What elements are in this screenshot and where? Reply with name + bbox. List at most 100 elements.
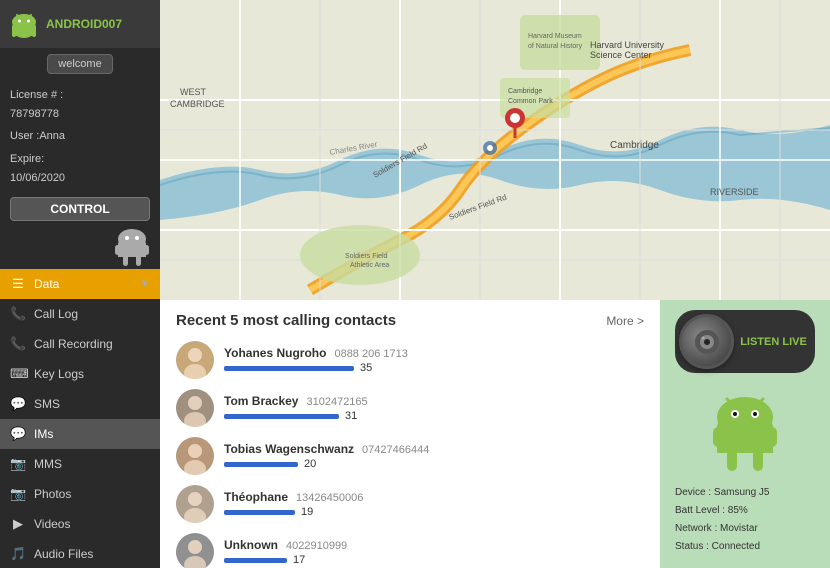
- ims-icon: 💬: [10, 426, 26, 442]
- contact-name: Tom Brackey: [224, 394, 298, 408]
- svg-text:Athletic Area: Athletic Area: [350, 262, 389, 269]
- svg-text:Common Park: Common Park: [508, 98, 553, 105]
- sms-label: SMS: [34, 397, 60, 411]
- license-label: License # : 78798778: [10, 86, 150, 123]
- avatar: [176, 533, 214, 568]
- welcome-button[interactable]: welcome: [47, 54, 112, 74]
- content-area: Recent 5 most calling contacts More > Yo…: [160, 300, 830, 568]
- svg-text:RIVERSIDE: RIVERSIDE: [710, 187, 759, 197]
- map-view: Soldiers Field Athletic Area Harvard Mus…: [160, 0, 830, 300]
- audio-files-icon: 🎵: [10, 546, 26, 562]
- contact-phone: 07427466444: [362, 444, 429, 456]
- sidebar-item-key-logs[interactable]: ⌨ Key Logs: [0, 359, 160, 389]
- call-recording-label: Call Recording: [34, 337, 113, 351]
- list-item: Théophane1342645000619: [176, 485, 644, 523]
- svg-text:Harvard University: Harvard University: [590, 40, 665, 50]
- right-panel: LISTEN LIVE Device : Samsung J5: [660, 300, 830, 568]
- list-item: Unknown 4022910999 17: [176, 533, 644, 568]
- sidebar-item-videos[interactable]: ▶ Videos: [0, 509, 160, 539]
- listen-live-button[interactable]: LISTEN LIVE: [675, 310, 815, 373]
- sidebar-item-sms[interactable]: 💬 SMS: [0, 389, 160, 419]
- sidebar-item-call-recording[interactable]: 📞 Call Recording: [0, 329, 160, 359]
- main-content: Soldiers Field Athletic Area Harvard Mus…: [160, 0, 830, 568]
- key-logs-icon: ⌨: [10, 366, 26, 382]
- sidebar-item-call-log[interactable]: 📞 Call Log: [0, 299, 160, 329]
- avatar: [176, 437, 214, 475]
- network-label: Network : Movistar: [675, 520, 820, 538]
- control-button[interactable]: CONTROL: [10, 197, 150, 221]
- contact-name: Unknown: [224, 538, 278, 552]
- user-label: User :Anna: [10, 127, 150, 146]
- svg-text:of Natural History: of Natural History: [528, 43, 583, 50]
- listen-live-label: LISTEN LIVE: [740, 336, 807, 348]
- key-logs-label: Key Logs: [34, 367, 84, 381]
- avatar: [176, 389, 214, 427]
- android-side-icon: [112, 221, 152, 269]
- photos-icon: 📷: [10, 486, 26, 502]
- photos-label: Photos: [34, 487, 71, 501]
- device-info: Device : Samsung J5 Batt Level : 85% Net…: [670, 484, 820, 556]
- app-title: ANDROID007: [46, 17, 122, 31]
- data-icon: ☰: [10, 276, 26, 292]
- device-label: Device : Samsung J5: [675, 484, 820, 502]
- contact-bar: [224, 366, 354, 371]
- expire-label: Expire: 10/06/2020: [10, 150, 150, 187]
- listen-live-icon: [679, 314, 734, 369]
- call-recording-icon: 📞: [10, 336, 26, 352]
- contact-info: Tobias Wagenschwanz 07427466444 20: [224, 442, 644, 470]
- contacts-panel: Recent 5 most calling contacts More > Yo…: [160, 300, 660, 568]
- user-info: License # : 78798778 User :Anna Expire: …: [0, 80, 160, 193]
- list-item: Yohanes Nugroho 0888 206 1713 35: [176, 341, 644, 379]
- contact-count: 17: [293, 554, 305, 566]
- contact-count: 19: [301, 506, 313, 518]
- sidebar: ANDROID007 welcome License # : 78798778 …: [0, 0, 160, 568]
- sidebar-item-ims[interactable]: 💬IMs: [0, 419, 160, 449]
- svg-text:Science Center: Science Center: [590, 50, 652, 60]
- contact-info: Tom Brackey310247216531: [224, 394, 644, 422]
- avatar: [176, 341, 214, 379]
- contact-bar: [224, 558, 287, 563]
- call-log-icon: 📞: [10, 306, 26, 322]
- videos-label: Videos: [34, 517, 70, 531]
- sidebar-item-data[interactable]: ☰ Data ▼: [0, 269, 160, 299]
- contact-phone: 4022910999: [286, 540, 347, 552]
- chevron-down-icon: ▼: [139, 278, 150, 290]
- android-logo-icon: [8, 8, 40, 40]
- videos-icon: ▶: [10, 516, 26, 532]
- panel-header: Recent 5 most calling contacts More >: [176, 312, 644, 329]
- sidebar-header: ANDROID007: [0, 0, 160, 48]
- sidebar-item-audio-files[interactable]: 🎵 Audio Files: [0, 539, 160, 568]
- panel-title: Recent 5 most calling contacts: [176, 312, 396, 329]
- status-label: Status : Connected: [675, 538, 820, 556]
- batt-label: Batt Level : 85%: [675, 502, 820, 520]
- contact-info: Théophane1342645000619: [224, 490, 644, 518]
- contact-count: 35: [360, 362, 372, 374]
- list-item: Tobias Wagenschwanz 07427466444 20: [176, 437, 644, 475]
- svg-text:Cambridge: Cambridge: [508, 88, 542, 95]
- audio-files-label: Audio Files: [34, 547, 93, 561]
- android-big-icon: [705, 381, 785, 476]
- contact-info: Unknown 4022910999 17: [224, 538, 644, 566]
- contact-bar: [224, 414, 339, 419]
- call-log-label: Call Log: [34, 307, 78, 321]
- sidebar-item-photos[interactable]: 📷 Photos: [0, 479, 160, 509]
- svg-text:WEST: WEST: [180, 87, 207, 97]
- svg-text:CAMBRIDGE: CAMBRIDGE: [170, 99, 225, 109]
- sms-icon: 💬: [10, 396, 26, 412]
- mms-label: MMS: [34, 457, 62, 471]
- contact-name: Théophane: [224, 490, 288, 504]
- contacts-list: Yohanes Nugroho 0888 206 1713 35 Tom Brack…: [176, 341, 644, 568]
- contact-count: 20: [304, 458, 316, 470]
- contact-phone: 3102472165: [306, 396, 367, 408]
- contact-phone: 0888 206 1713: [334, 348, 407, 360]
- contact-info: Yohanes Nugroho 0888 206 1713 35: [224, 346, 644, 374]
- sidebar-item-mms[interactable]: 📷MMS: [0, 449, 160, 479]
- avatar: [176, 485, 214, 523]
- contact-name: Yohanes Nugroho: [224, 346, 326, 360]
- svg-text:Cambridge: Cambridge: [610, 140, 659, 151]
- contact-name: Tobias Wagenschwanz: [224, 442, 354, 456]
- contact-bar: [224, 510, 295, 515]
- more-link[interactable]: More >: [606, 314, 644, 328]
- list-item: Tom Brackey310247216531: [176, 389, 644, 427]
- data-label: Data: [34, 277, 59, 291]
